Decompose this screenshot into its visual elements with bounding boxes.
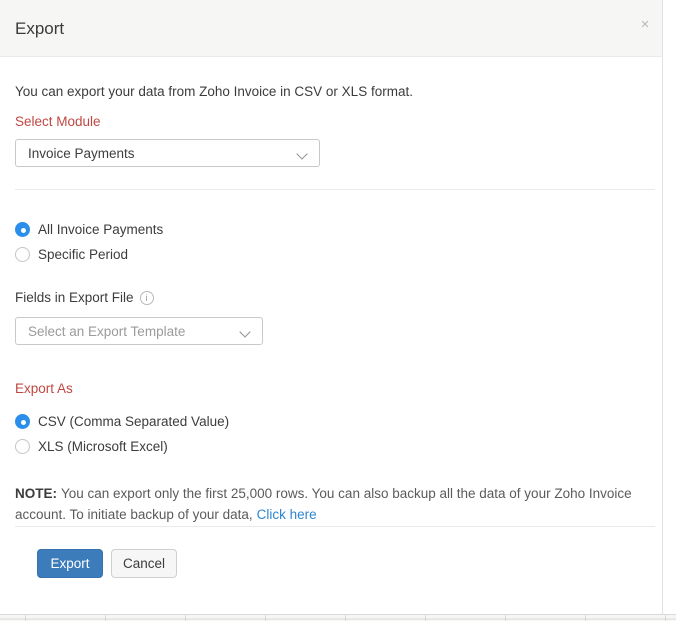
intro-text: You can export your data from Zoho Invoi…	[15, 84, 413, 99]
cancel-button[interactable]: Cancel	[111, 549, 177, 578]
export-dialog: Export × You can export your data from Z…	[0, 0, 663, 614]
chevron-down-icon	[241, 325, 250, 334]
fields-in-export-label-text: Fields in Export File	[15, 290, 134, 305]
export-as-label: Export As	[15, 381, 73, 396]
radio-selected-icon[interactable]	[15, 414, 30, 429]
note-paragraph: NOTE:You can export only the first 25,00…	[15, 483, 655, 525]
note-label: NOTE:	[15, 486, 57, 501]
module-select-value: Invoice Payments	[28, 146, 298, 161]
fields-in-export-label: Fields in Export File i	[15, 290, 154, 305]
radio-label: All Invoice Payments	[38, 222, 163, 237]
dialog-header: Export ×	[0, 0, 662, 57]
module-select[interactable]: Invoice Payments	[15, 139, 320, 167]
radio-label: CSV (Comma Separated Value)	[38, 414, 229, 429]
chevron-down-icon	[298, 147, 307, 156]
page-title: Export	[15, 19, 64, 39]
page-right-gutter	[663, 0, 676, 614]
export-template-placeholder: Select an Export Template	[28, 324, 241, 339]
export-button[interactable]: Export	[37, 549, 103, 578]
select-module-label: Select Module	[15, 114, 101, 129]
info-icon[interactable]: i	[140, 291, 154, 305]
export-dialog-screen: Export × You can export your data from Z…	[0, 0, 676, 621]
radio-label: XLS (Microsoft Excel)	[38, 439, 168, 454]
radio-label: Specific Period	[38, 247, 128, 262]
close-icon[interactable]: ×	[636, 16, 654, 34]
export-template-select[interactable]: Select an Export Template	[15, 317, 263, 345]
radio-unselected-icon[interactable]	[15, 247, 30, 262]
click-here-link[interactable]: Click here	[257, 507, 317, 522]
divider	[15, 189, 655, 190]
radio-selected-icon[interactable]	[15, 222, 30, 237]
radio-specific-period[interactable]: Specific Period	[15, 247, 128, 262]
radio-all-invoice-payments[interactable]: All Invoice Payments	[15, 222, 163, 237]
background-page-strip	[0, 614, 676, 621]
radio-unselected-icon[interactable]	[15, 439, 30, 454]
divider	[15, 526, 655, 527]
radio-csv[interactable]: CSV (Comma Separated Value)	[15, 414, 229, 429]
note-text: You can export only the first 25,000 row…	[15, 486, 632, 522]
radio-xls[interactable]: XLS (Microsoft Excel)	[15, 439, 168, 454]
